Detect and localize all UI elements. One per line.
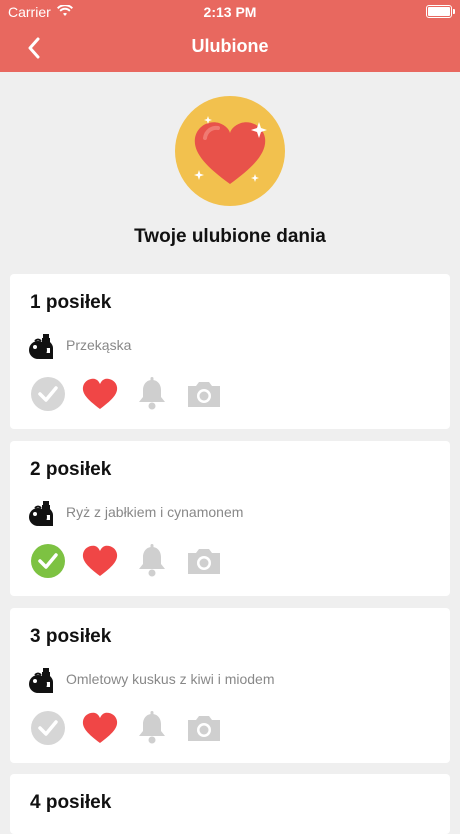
meal-card: 4 posiłek <box>10 774 450 834</box>
heart-icon <box>82 712 118 743</box>
camera-icon <box>188 549 220 574</box>
food-icon <box>29 501 53 526</box>
camera-icon <box>188 382 220 407</box>
meal-actions <box>30 543 222 579</box>
camera-icon <box>188 716 220 741</box>
reminder-button[interactable] <box>134 543 170 579</box>
meal-actions <box>30 376 222 412</box>
check-button[interactable] <box>30 543 66 579</box>
meal-title: 3 posiłek <box>30 626 112 647</box>
meal-card: 1 posiłek Przekąska <box>10 274 450 429</box>
favorites-hero: Twoje ulubione dania <box>0 96 460 248</box>
favorite-button[interactable] <box>82 710 118 746</box>
photo-button[interactable] <box>186 543 222 579</box>
check-icon <box>31 377 65 411</box>
page-title: Ulubione <box>191 36 269 56</box>
hero-title: Twoje ulubione dania <box>134 226 326 247</box>
bell-icon <box>139 711 165 744</box>
status-bar: Carrier 2:13 PM <box>0 0 460 24</box>
nav-bar: Ulubione <box>0 24 460 72</box>
heart-sparkles-icon <box>175 96 285 206</box>
meal-actions <box>30 710 222 746</box>
meal-row: Omletowy kuskus z kiwi i miodem <box>28 664 275 694</box>
bell-icon <box>139 544 165 577</box>
status-time: 2:13 PM <box>203 4 257 20</box>
heart-icon <box>82 378 118 409</box>
photo-button[interactable] <box>186 376 222 412</box>
meal-title: 2 posiłek <box>30 459 112 480</box>
heart-icon <box>82 545 118 576</box>
battery-icon <box>426 5 455 18</box>
meal-card: 2 posiłek Ryż z jabłkiem i cynamonem <box>10 441 450 596</box>
reminder-button[interactable] <box>134 376 170 412</box>
meal-name: Ryż z jabłkiem i cynamonem <box>66 504 244 520</box>
photo-button[interactable] <box>186 710 222 746</box>
meal-title: 4 posiłek <box>30 792 112 813</box>
meal-row: Ryż z jabłkiem i cynamonem <box>28 497 243 527</box>
meal-name: Omletowy kuskus z kiwi i miodem <box>66 671 275 687</box>
bell-icon <box>139 377 165 410</box>
reminder-button[interactable] <box>134 710 170 746</box>
meal-row: Przekąska <box>28 330 131 360</box>
app-header: Carrier 2:13 PM Ulubione <box>0 0 460 72</box>
check-icon <box>31 711 65 745</box>
check-button[interactable] <box>30 376 66 412</box>
meal-card: 3 posiłek Omletowy kuskus z kiwi i miode… <box>10 608 450 763</box>
favorite-button[interactable] <box>82 543 118 579</box>
meal-title: 1 posiłek <box>30 292 112 313</box>
food-icon <box>29 668 53 693</box>
food-icon <box>29 334 53 359</box>
check-icon <box>31 544 65 578</box>
favorite-button[interactable] <box>82 376 118 412</box>
meal-name: Przekąska <box>66 337 132 353</box>
check-button[interactable] <box>30 710 66 746</box>
